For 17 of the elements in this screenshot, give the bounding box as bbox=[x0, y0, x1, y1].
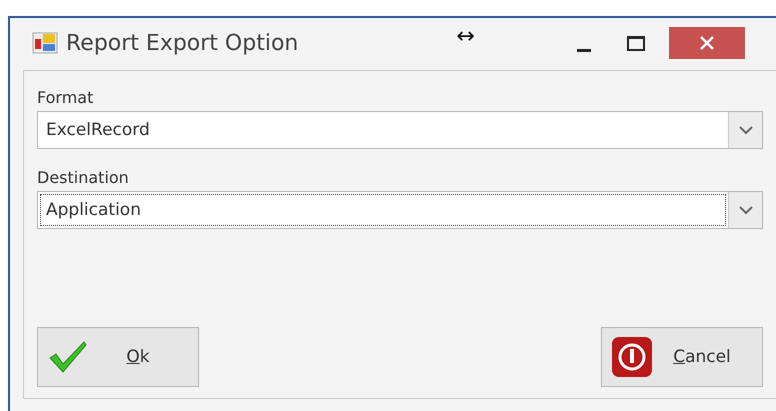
chevron-down-icon bbox=[738, 205, 752, 215]
close-button[interactable] bbox=[668, 27, 745, 59]
app-icon bbox=[32, 30, 58, 56]
dropdown-field[interactable]: ExcelRecord bbox=[37, 111, 763, 149]
checkmark-icon bbox=[48, 340, 88, 374]
close-icon bbox=[698, 35, 715, 51]
chevron-down-icon bbox=[738, 125, 752, 135]
field-label: Destination bbox=[37, 167, 130, 189]
field-label: Format bbox=[37, 87, 94, 109]
window-title: Report Export Option bbox=[66, 30, 298, 56]
power-icon bbox=[612, 337, 652, 377]
minimize-button[interactable] bbox=[576, 48, 591, 52]
dropdown-field[interactable]: Application bbox=[37, 191, 763, 229]
ok-button[interactable]: Ok bbox=[37, 327, 199, 387]
maximize-button[interactable] bbox=[626, 36, 645, 50]
resize-icon: ↔ bbox=[456, 24, 475, 48]
cancel-button[interactable]: Cancel bbox=[601, 327, 763, 387]
